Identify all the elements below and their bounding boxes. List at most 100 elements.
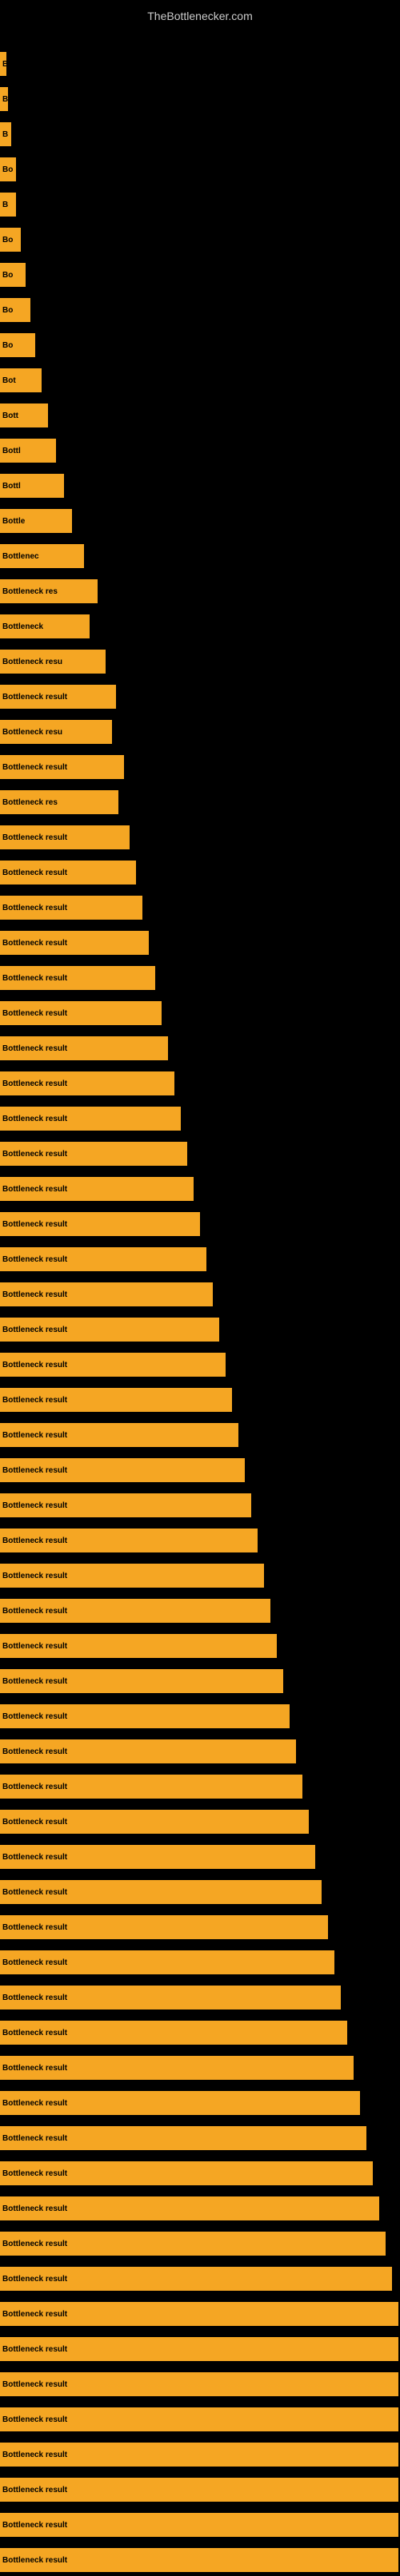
bar: Bottleneck result — [0, 1564, 264, 1588]
bar: Bottl — [0, 439, 56, 463]
bar: Bottleneck result — [0, 2267, 392, 2291]
bar: Bottleneck result — [0, 685, 116, 709]
bar: Bottleneck result — [0, 1458, 245, 1482]
bar-row: Bottleneck result — [0, 1454, 400, 1486]
bar: Bottleneck result — [0, 1810, 309, 1834]
bar-row: Bottleneck result — [0, 1911, 400, 1943]
bar: Bottleneck result — [0, 2161, 373, 2185]
bar-row: Bottlenec — [0, 540, 400, 572]
bar: Bottleneck result — [0, 1915, 328, 1939]
bar-row: Bo — [0, 224, 400, 256]
bar: Bottleneck result — [0, 2091, 360, 2115]
bar: Bottlenec — [0, 544, 84, 568]
bar-row: Bo — [0, 329, 400, 361]
bar-row: Bottleneck result — [0, 1349, 400, 1381]
bar-row: Bottleneck res — [0, 575, 400, 607]
bar: Bottleneck result — [0, 2372, 398, 2396]
bar: B — [0, 52, 6, 76]
bar-row: Bottleneck result — [0, 857, 400, 888]
bar: Bottleneck result — [0, 2478, 398, 2502]
bar-row: Bottleneck result — [0, 2228, 400, 2260]
bar-row: Bottleneck result — [0, 1700, 400, 1732]
bar-row: Bottleneck result — [0, 2509, 400, 2541]
bar: Bottleneck result — [0, 2196, 379, 2220]
bar-row: Bottleneck result — [0, 2263, 400, 2295]
bar: Bottleneck result — [0, 1880, 322, 1904]
bar: Bottleneck res — [0, 579, 98, 603]
bar-row: Bot — [0, 364, 400, 396]
bar-row: Bottleneck resu — [0, 646, 400, 678]
bar-row: Bottleneck result — [0, 1173, 400, 1205]
bar-row: Bottleneck result — [0, 1419, 400, 1451]
bar-row: Bottleneck result — [0, 2122, 400, 2154]
bar-row: Bottleneck result — [0, 1103, 400, 1135]
bar: Bottleneck result — [0, 1142, 187, 1166]
bar: Bottl — [0, 474, 64, 498]
bar-row: Bottleneck result — [0, 1735, 400, 1767]
bar-row: Bottleneck result — [0, 1595, 400, 1627]
bar-row: Bottleneck result — [0, 1243, 400, 1275]
bar-row: Bottleneck result — [0, 1138, 400, 1170]
bar: Bottleneck result — [0, 1986, 341, 2010]
bar: Bottleneck result — [0, 2232, 386, 2256]
bar: Bottleneck result — [0, 1001, 162, 1025]
bar: Bottleneck result — [0, 2548, 398, 2572]
bar-row: Bottleneck result — [0, 1384, 400, 1416]
bar: B — [0, 122, 11, 146]
bar-row: Bo — [0, 153, 400, 185]
bar: Bottleneck result — [0, 1071, 174, 1095]
bar-row: Bottleneck result — [0, 1946, 400, 1978]
bar-row: Bottleneck result — [0, 2157, 400, 2189]
bar: Bottleneck result — [0, 1704, 290, 1728]
bar: Bottleneck result — [0, 931, 149, 955]
bar-row: Bottleneck result — [0, 997, 400, 1029]
bar: Bottleneck resu — [0, 720, 112, 744]
bar-row: Bottleneck result — [0, 1806, 400, 1838]
bar: Bot — [0, 368, 42, 392]
bar-row: Bott — [0, 400, 400, 431]
bar-row: Bottleneck result — [0, 1208, 400, 1240]
bar: Bo — [0, 157, 16, 181]
bar-row: Bottleneck result — [0, 751, 400, 783]
bar-row: Bottleneck result — [0, 2403, 400, 2435]
bar: Bottleneck result — [0, 1247, 206, 1271]
bar-row: Bottleneck result — [0, 962, 400, 994]
bar-row: Bottleneck — [0, 610, 400, 642]
bar: Bottleneck result — [0, 825, 130, 849]
bar-row: Bottleneck result — [0, 2368, 400, 2400]
bar-row: Bottleneck result — [0, 1489, 400, 1521]
bar: Bottleneck result — [0, 1739, 296, 1763]
bar: Bottleneck result — [0, 1353, 226, 1377]
bar-row: Bottleneck result — [0, 1630, 400, 1662]
bar-row: B — [0, 48, 400, 80]
bar-row: Bottle — [0, 505, 400, 537]
bar-row: Bottleneck result — [0, 1841, 400, 1873]
bar-row: Bottleneck result — [0, 2192, 400, 2224]
bar-row: Bottleneck result — [0, 1314, 400, 1346]
bar-row: Bottleneck result — [0, 1278, 400, 1310]
bar-row: Bottleneck res — [0, 786, 400, 818]
bar: Bottleneck result — [0, 1529, 258, 1552]
bar-row: Bottleneck result — [0, 1525, 400, 1556]
bar: Bottleneck result — [0, 966, 155, 990]
bar: Bottleneck result — [0, 1950, 334, 1974]
bar-row: B — [0, 118, 400, 150]
bar-row: Bottleneck result — [0, 2298, 400, 2330]
bar-row: Bottleneck result — [0, 1771, 400, 1803]
bar: Bottleneck resu — [0, 650, 106, 674]
bar: Bottleneck result — [0, 2302, 398, 2326]
bar: Bottleneck result — [0, 2513, 398, 2537]
bar: Bottleneck result — [0, 2337, 398, 2361]
bar-row: Bottleneck result — [0, 1560, 400, 1592]
bar: Bottleneck result — [0, 1845, 315, 1869]
bar: Bo — [0, 228, 21, 252]
bar: Bottleneck res — [0, 790, 118, 814]
bar: Bottleneck result — [0, 861, 136, 885]
bar-row: Bottleneck result — [0, 1665, 400, 1697]
bar: Bottleneck result — [0, 1599, 270, 1623]
site-title: TheBottlenecker.com — [0, 3, 400, 29]
bar: Bottleneck — [0, 614, 90, 638]
bar: Bottleneck result — [0, 1775, 302, 1799]
bar-row: Bottleneck result — [0, 2474, 400, 2506]
bar: Bo — [0, 333, 35, 357]
